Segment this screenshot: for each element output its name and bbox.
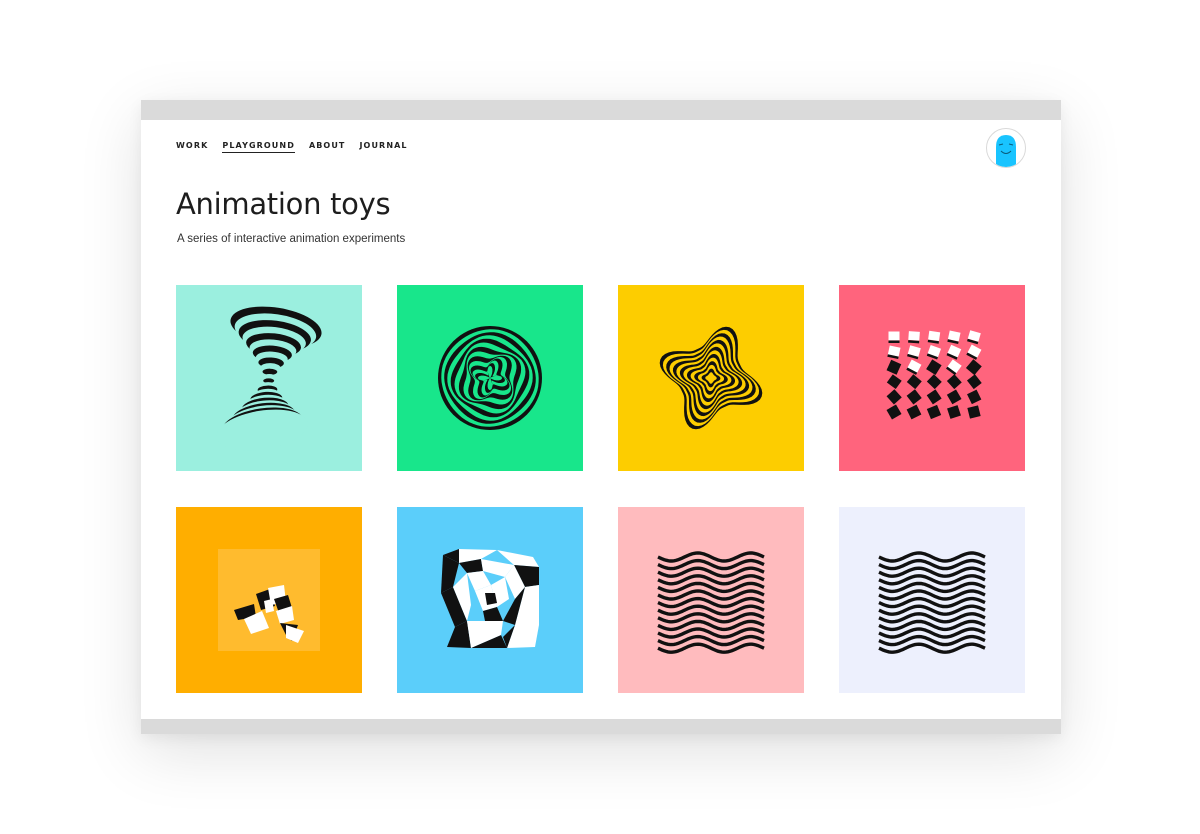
geometric-spiral-icon — [397, 507, 583, 693]
tile-6[interactable] — [397, 507, 583, 693]
window-top-bar — [141, 100, 1061, 120]
shattered-squares-icon — [176, 507, 362, 693]
tile-4[interactable] — [839, 285, 1025, 471]
wave-lines-icon — [839, 507, 1025, 693]
flipping-squares-grid-icon — [839, 285, 1025, 471]
hourglass-rings-icon — [176, 285, 362, 471]
nav-item-playground[interactable]: PLAYGROUND — [222, 141, 295, 153]
tile-7[interactable] — [618, 507, 804, 693]
nav-item-about[interactable]: ABOUT — [309, 141, 346, 153]
tile-8[interactable] — [839, 507, 1025, 693]
star-rings-icon — [618, 285, 804, 471]
page-subtitle: A series of interactive animation experi… — [177, 233, 406, 245]
main-nav: WORK PLAYGROUND ABOUT JOURNAL — [176, 141, 408, 153]
avatar[interactable] — [986, 128, 1026, 168]
tile-1[interactable] — [176, 285, 362, 471]
browser-window: WORK PLAYGROUND ABOUT JOURNAL Animation … — [141, 100, 1061, 734]
tile-3[interactable] — [618, 285, 804, 471]
wave-lines-icon — [618, 507, 804, 693]
tile-2[interactable] — [397, 285, 583, 471]
nav-item-journal[interactable]: JOURNAL — [359, 141, 407, 153]
avatar-face-icon — [996, 135, 1016, 167]
window-bottom-bar — [141, 719, 1061, 734]
page-title: Animation toys — [176, 187, 391, 221]
wavy-circle-rings-icon — [397, 285, 583, 471]
nav-item-work[interactable]: WORK — [176, 141, 208, 153]
tile-5[interactable] — [176, 507, 362, 693]
